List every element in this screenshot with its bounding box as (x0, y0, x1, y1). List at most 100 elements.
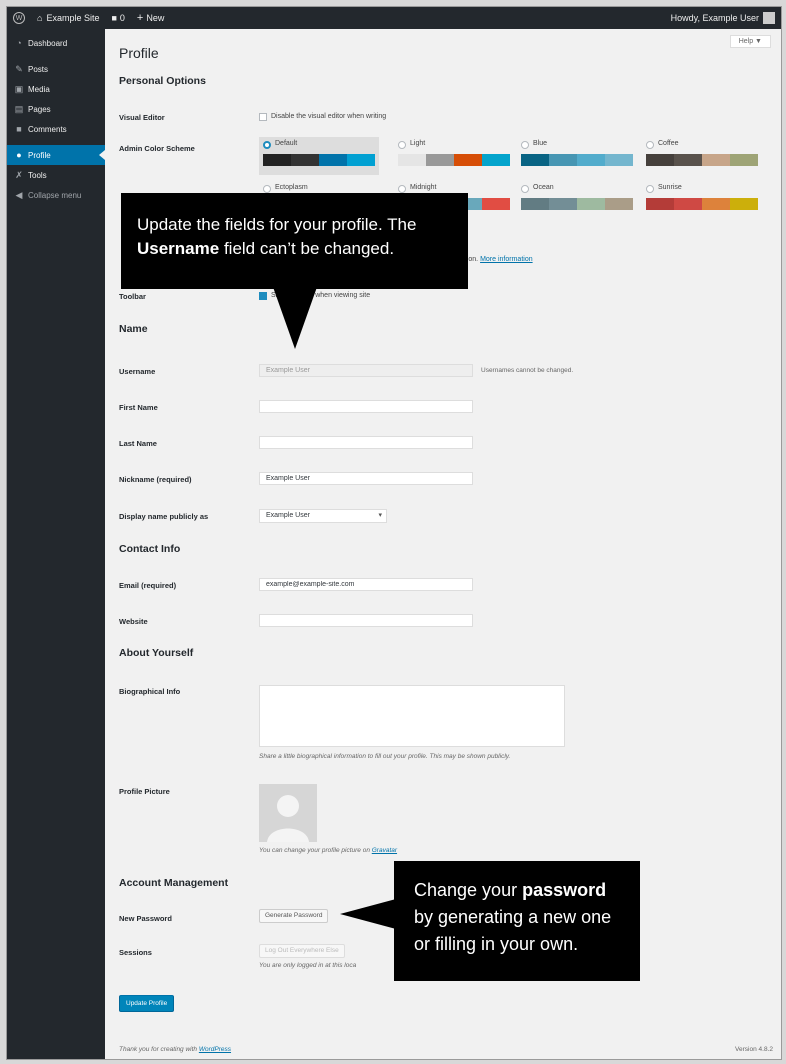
sidebar-item-comments[interactable]: ■ Comments (7, 119, 105, 139)
color-scheme-radio[interactable] (263, 185, 271, 193)
callout-password: Change your password by generating a new… (394, 861, 640, 981)
home-icon: ⌂ (37, 13, 43, 23)
comments-count: 0 (119, 13, 125, 23)
comment-bubble-icon: ■ (111, 13, 117, 23)
default-avatar-icon (259, 784, 317, 842)
color-scheme-option[interactable]: Default (259, 137, 379, 175)
color-scheme-name: Midnight (410, 184, 437, 191)
color-swatch (482, 198, 510, 210)
sidebar-item-label: Pages (28, 104, 51, 114)
color-swatch (347, 154, 375, 166)
color-scheme-swatches (646, 198, 758, 210)
personal-options-heading: Personal Options (119, 75, 206, 87)
about-yourself-heading: About Yourself (119, 647, 194, 659)
color-scheme-swatches (398, 154, 510, 166)
avatar (763, 12, 775, 24)
color-scheme-name: Ocean (533, 184, 554, 191)
display-name-select[interactable]: Example User ▾ (259, 509, 387, 523)
callout-password-line1: Change your password (414, 880, 607, 900)
color-swatch (646, 154, 674, 166)
shortcuts-text: ation. More information (461, 256, 533, 263)
color-scheme-radio[interactable] (646, 141, 654, 149)
color-scheme-radio[interactable] (263, 141, 271, 149)
sidebar-item-media[interactable]: ▣ Media (7, 79, 105, 99)
profile-picture-avatar (259, 784, 317, 842)
color-swatch (702, 198, 730, 210)
color-swatch (674, 154, 702, 166)
callout-password-line3: or filling in your own. (414, 934, 579, 954)
comments-link[interactable]: ■ 0 (105, 7, 130, 29)
update-profile-button[interactable]: Update Profile (119, 995, 175, 1012)
color-scheme-option[interactable]: Ocean (517, 181, 637, 219)
sidebar-item-label: Posts (28, 64, 49, 74)
email-field[interactable] (259, 578, 473, 591)
color-scheme-option[interactable]: Coffee (642, 137, 762, 175)
wrench-icon: ✗ (15, 169, 23, 180)
sidebar-item-dashboard[interactable]: ◔ Dashboard (7, 33, 105, 53)
color-swatch (577, 198, 605, 210)
media-icon: ▣ (14, 83, 24, 94)
sessions-description: You are only logged in at this loca (259, 962, 357, 969)
color-scheme-name: Coffee (658, 140, 679, 147)
account-menu[interactable]: Howdy, Example User (665, 7, 781, 29)
profile-picture-description: You can change your profile picture on G… (259, 847, 398, 854)
collapse-menu-button[interactable]: ◀ Collapse menu (7, 185, 105, 205)
visual-editor-checkbox[interactable] (259, 113, 267, 121)
howdy-text: Howdy, Example User (670, 13, 759, 23)
color-scheme-name: Light (410, 140, 426, 147)
site-name-link[interactable]: ⌂ Example Site (31, 7, 105, 29)
browser-frame: W ⌂ Example Site ■ 0 + New Howdy, Exampl… (6, 6, 782, 1060)
color-scheme-radio[interactable] (398, 185, 406, 193)
bio-textarea[interactable] (259, 685, 565, 747)
nickname-field[interactable] (259, 472, 473, 485)
sidebar-item-pages[interactable]: ▤ Pages (7, 99, 105, 119)
color-scheme-option[interactable]: Blue (517, 137, 637, 175)
collapse-icon: ◀ (15, 189, 23, 200)
visual-editor-checkbox-label: Disable the visual editor when writing (271, 113, 387, 120)
color-swatch (398, 154, 426, 166)
comments-icon: ■ (16, 124, 22, 134)
color-scheme-option[interactable]: Light (394, 137, 514, 175)
more-information-link[interactable]: More information (480, 256, 533, 263)
color-scheme-name: Blue (533, 140, 548, 147)
last-name-field[interactable] (259, 436, 473, 449)
color-swatch (646, 198, 674, 210)
sidebar-item-tools[interactable]: ✗ Tools (7, 165, 105, 185)
color-swatch (454, 154, 482, 166)
generate-password-button[interactable]: Generate Password (259, 909, 329, 923)
new-content-link[interactable]: + New (131, 7, 170, 29)
color-scheme-radio[interactable] (521, 141, 529, 149)
color-scheme-label: Admin Color Scheme (119, 144, 195, 153)
wordpress-logo-button[interactable]: W (7, 7, 31, 29)
logout-everywhere-button[interactable]: Log Out Everywhere Else (259, 944, 345, 958)
sidebar-item-posts[interactable]: ✎ Posts (7, 59, 105, 79)
color-scheme-option[interactable]: Sunrise (642, 181, 762, 219)
profile-picture-label: Profile Picture (119, 787, 170, 796)
wordpress-link[interactable]: WordPress (199, 1046, 231, 1053)
color-scheme-name: Ectoplasm (275, 184, 308, 191)
color-scheme-name: Default (275, 140, 298, 147)
callout-password-arrow (340, 899, 396, 929)
color-scheme-swatches (263, 154, 375, 166)
dashboard-icon: ◔ (16, 38, 22, 48)
color-swatch (577, 154, 605, 166)
bio-label: Biographical Info (119, 687, 181, 696)
new-password-label: New Password (119, 914, 172, 923)
gravatar-link[interactable]: Gravatar (372, 847, 397, 854)
help-tab[interactable]: Help ▼ (729, 35, 771, 48)
display-name-value: Example User (266, 512, 310, 519)
sidebar-item-profile[interactable]: ● Profile (7, 145, 105, 165)
color-scheme-radio[interactable] (646, 185, 654, 193)
color-scheme-radio[interactable] (398, 141, 406, 149)
color-scheme-radio[interactable] (521, 185, 529, 193)
pin-icon: ✎ (15, 63, 23, 74)
sidebar-item-label: Dashboard (28, 38, 68, 48)
wordpress-logo-icon: W (13, 12, 25, 24)
toolbar-label: Toolbar (119, 292, 146, 301)
toolbar-checkbox[interactable] (259, 292, 267, 300)
first-name-field[interactable] (259, 400, 473, 413)
color-swatch (521, 154, 549, 166)
website-field[interactable] (259, 614, 473, 627)
color-swatch (319, 154, 347, 166)
admin-bar: W ⌂ Example Site ■ 0 + New Howdy, Exampl… (7, 7, 781, 29)
